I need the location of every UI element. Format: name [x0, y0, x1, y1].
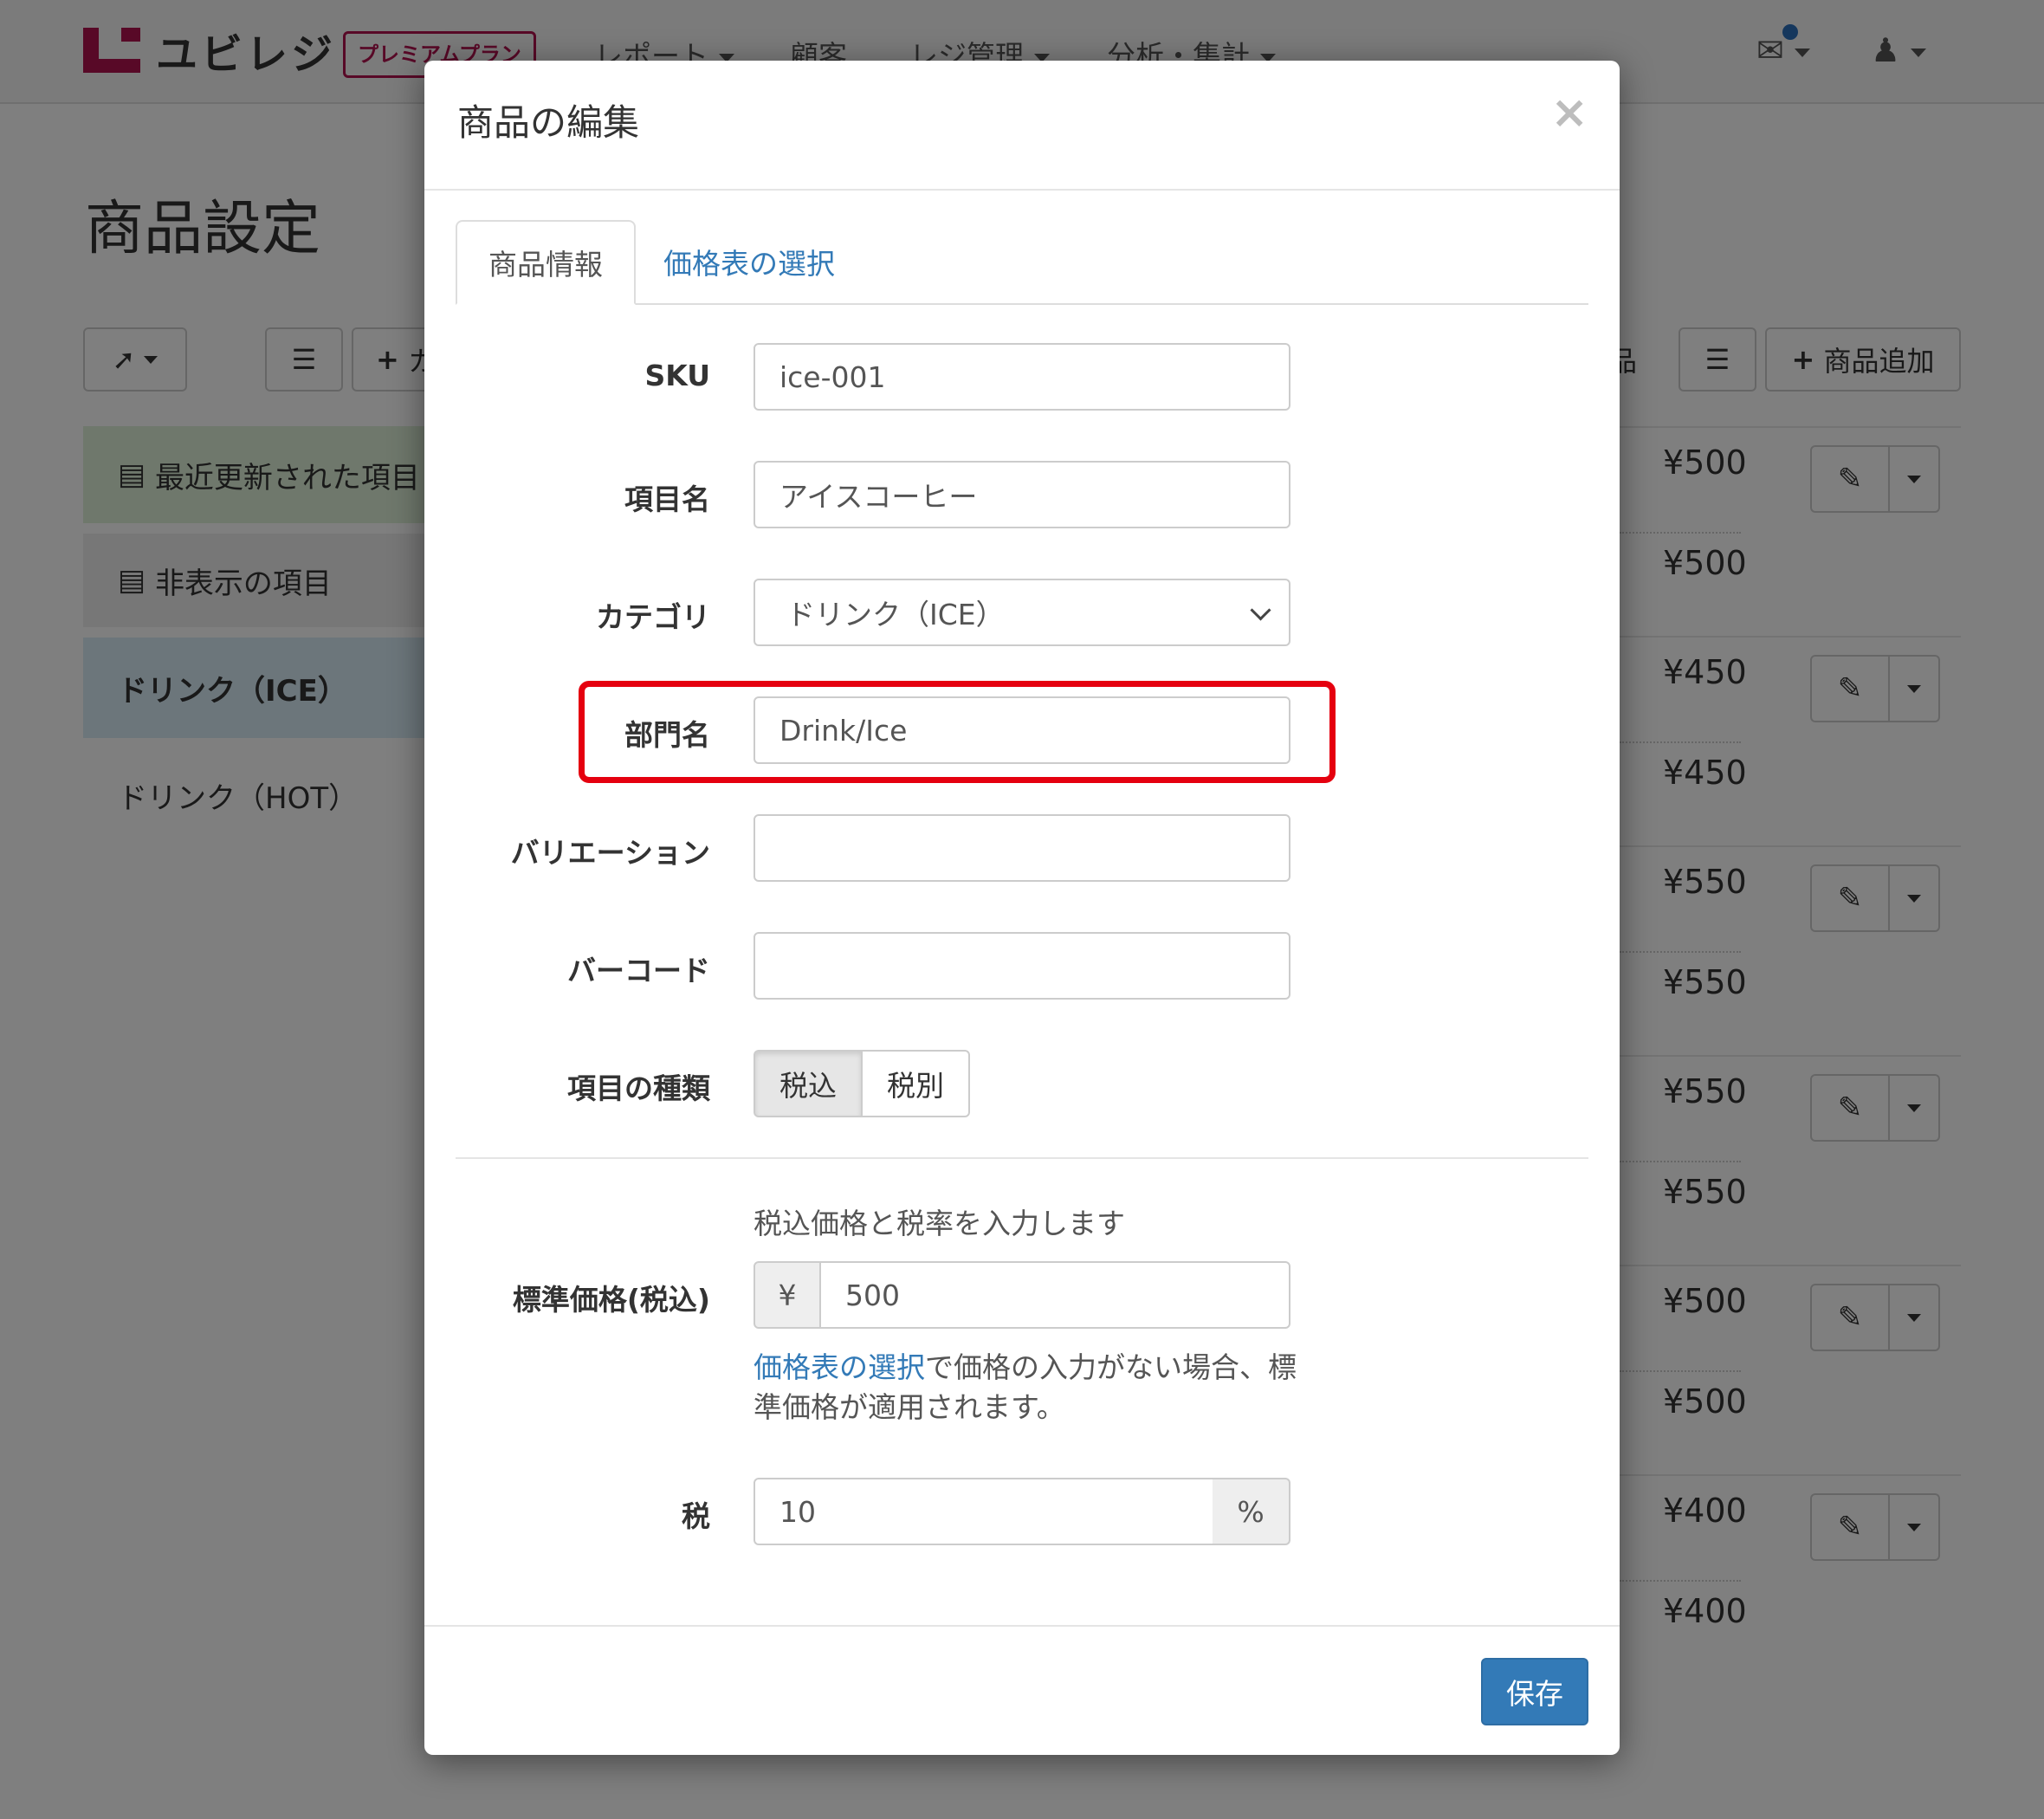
price-table-link[interactable]: 価格表の選択 — [754, 1350, 925, 1384]
tax-rate-input[interactable]: 10 — [754, 1478, 1214, 1545]
item-type-toggle: 税込 税別 — [754, 1050, 970, 1117]
category-label: カテゴリ — [596, 600, 710, 634]
edit-item-modal: 商品の編集 × 商品情報 価格表の選択 SKU ice-001 項目名 アイスコ… — [424, 61, 1620, 1755]
modal-tabs: 商品情報 価格表の選択 — [456, 220, 1588, 305]
yen-addon: ¥ — [754, 1261, 821, 1329]
barcode-input[interactable] — [754, 932, 1290, 1000]
item-name-label: 項目名 — [624, 482, 710, 516]
price-help-text: 税込価格と税率を入力します — [754, 1207, 1125, 1240]
tax-label: 税 — [682, 1499, 710, 1533]
category-select-value: ドリンク（ICE） — [786, 598, 1005, 631]
chevron-down-icon — [1250, 599, 1271, 621]
sku-input[interactable]: ice-001 — [754, 343, 1290, 411]
barcode-label: バーコード — [567, 954, 710, 987]
section-divider — [456, 1157, 1588, 1159]
modal-footer-divider — [424, 1625, 1620, 1627]
price-note-text: で価格の入力がない場合、標 — [925, 1350, 1297, 1384]
tax-excluded-option[interactable]: 税別 — [863, 1050, 970, 1117]
modal-header: 商品の編集 × — [424, 61, 1620, 191]
price-note-line-2: 準価格が適用されます。 — [754, 1390, 1065, 1424]
category-select[interactable]: ドリンク（ICE） — [754, 579, 1290, 646]
department-highlight-box — [579, 681, 1336, 783]
save-button[interactable]: 保存 — [1481, 1658, 1588, 1725]
standard-price-input[interactable]: 500 — [819, 1261, 1290, 1329]
tax-included-option[interactable]: 税込 — [754, 1050, 863, 1117]
standard-price-label: 標準価格(税込) — [512, 1283, 710, 1317]
tab-price-table[interactable]: 価格表の選択 — [632, 220, 866, 303]
variation-label: バリエーション — [510, 836, 710, 870]
percent-addon: % — [1213, 1478, 1290, 1545]
tab-item-info[interactable]: 商品情報 — [456, 220, 636, 305]
modal-title: 商品の編集 — [457, 101, 640, 144]
sku-label: SKU — [644, 359, 710, 392]
variation-input[interactable] — [754, 814, 1290, 882]
close-icon[interactable]: × — [1550, 90, 1588, 135]
price-note-line-1: 価格表の選択で価格の入力がない場合、標 — [754, 1344, 1297, 1386]
item-name-input[interactable]: アイスコーヒー — [754, 461, 1290, 528]
item-type-label: 項目の種類 — [567, 1071, 710, 1105]
